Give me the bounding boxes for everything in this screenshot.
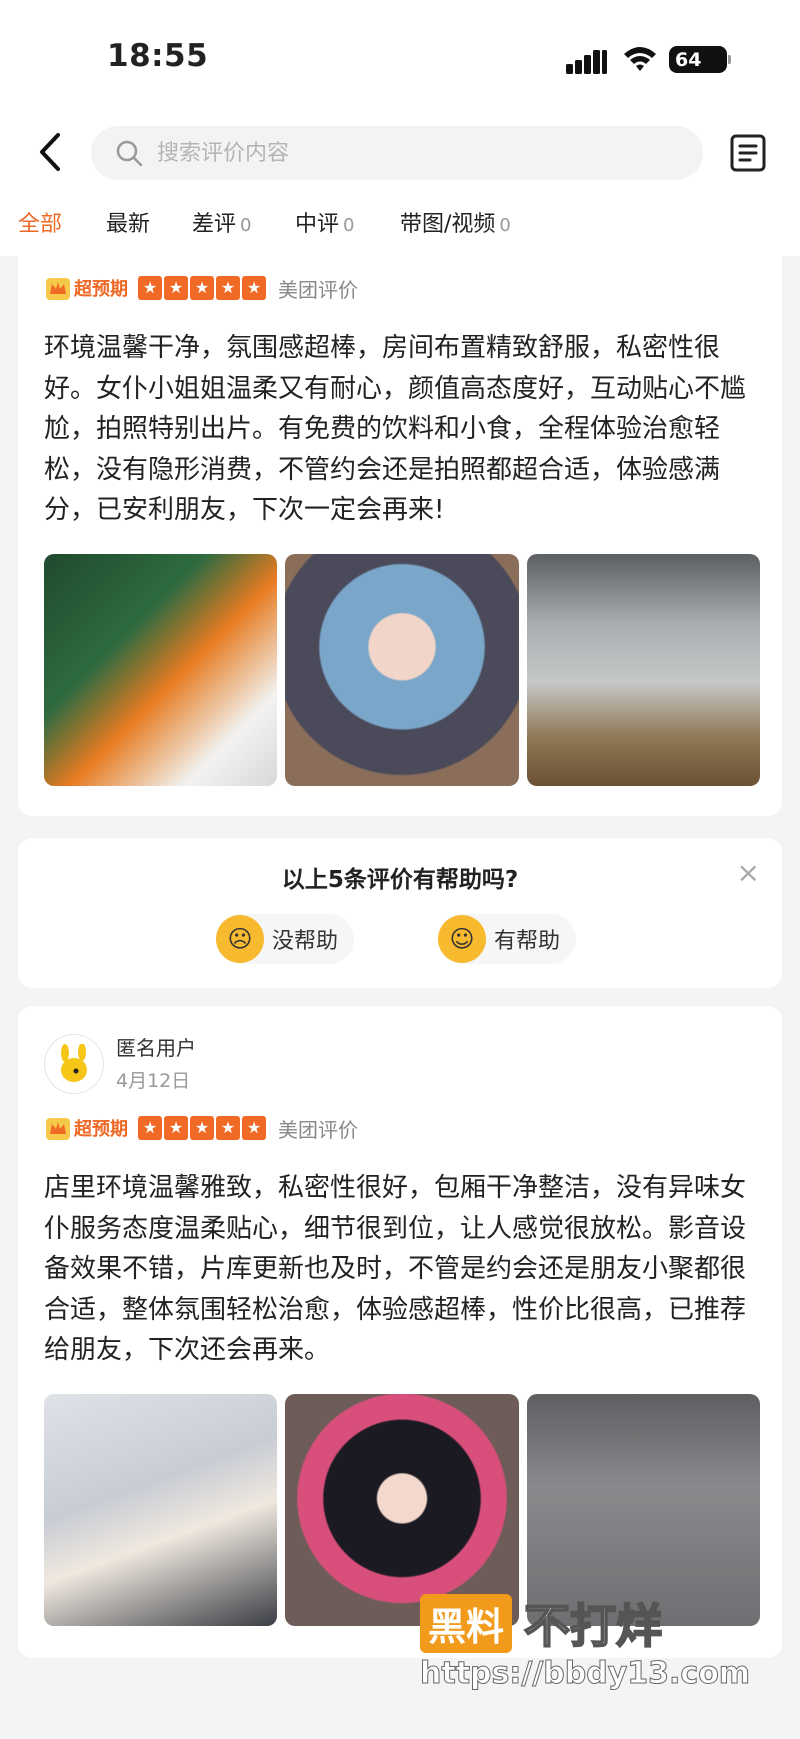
status-time: 18:55 (107, 38, 209, 74)
watermark-url: https://bbdy13.com (419, 1656, 751, 1692)
star-icon: ★ (216, 1116, 240, 1140)
battery-indicator: 64 (669, 46, 731, 73)
star-icon: ★ (190, 1116, 214, 1140)
happy-face-icon: ☺ (438, 915, 486, 963)
review-source: 美团评价 (278, 277, 358, 302)
badge-label: 超预期 (74, 279, 128, 300)
star-rating: ★ ★ ★ ★ ★ (138, 276, 266, 300)
tab-with-media[interactable]: 带图/视频 0 (400, 206, 511, 238)
sad-face-icon: ☹ (216, 915, 264, 963)
star-icon: ★ (164, 1116, 188, 1140)
crown-icon (46, 278, 70, 300)
avatar[interactable] (44, 1034, 104, 1094)
search-input[interactable] (155, 139, 659, 167)
star-icon: ★ (242, 276, 266, 300)
review-photo[interactable] (44, 1394, 278, 1626)
rating-row: 超预期 ★ ★ ★ ★ ★ 美团评价 (44, 1112, 358, 1144)
star-rating: ★ ★ ★ ★ ★ (138, 1116, 266, 1140)
star-icon: ★ (164, 276, 188, 300)
review-card: 超预期 ★ ★ ★ ★ ★ 美团评价 环境温馨干净，氛围感超棒，房间布置精致舒服… (18, 256, 782, 816)
star-icon: ★ (190, 276, 214, 300)
close-icon[interactable]: × (737, 856, 760, 889)
star-icon: ★ (138, 1116, 162, 1140)
tab-neutral[interactable]: 中评 0 (295, 206, 354, 238)
watermark-brand: 黑料 (420, 1593, 513, 1653)
rating-row: 超预期 ★ ★ ★ ★ ★ 美团评价 (44, 272, 358, 304)
helpful-button[interactable]: ☺ 有帮助 (438, 914, 577, 964)
helpful-prompt: 以上5条评价有帮助吗? × ☹ 没帮助 ☺ 有帮助 (18, 838, 782, 988)
tab-latest[interactable]: 最新 (106, 206, 150, 238)
review-date: 4月12日 (116, 1070, 191, 1092)
signal-icon (566, 50, 608, 74)
review-photo[interactable] (285, 554, 519, 786)
badge-label: 超预期 (74, 1119, 128, 1140)
avatar-icon (61, 1044, 87, 1082)
crown-icon (46, 1118, 70, 1140)
review-photo[interactable] (44, 554, 278, 786)
tab-negative[interactable]: 差评 0 (192, 206, 251, 238)
watermark-slogan: 不打烊 (523, 1598, 663, 1654)
document-icon[interactable] (730, 134, 766, 172)
star-icon: ★ (242, 1116, 266, 1140)
back-arrow-icon[interactable] (34, 132, 68, 172)
search-bar[interactable] (91, 126, 703, 180)
not-helpful-button[interactable]: ☹ 没帮助 (216, 914, 355, 964)
review-source: 美团评价 (278, 1117, 358, 1142)
review-text: 店里环境温馨雅致，私密性很好，包厢干净整洁，没有异味女仆服务态度温柔贴心，细节很… (44, 1173, 747, 1365)
wifi-icon (624, 47, 656, 71)
search-icon (116, 140, 143, 167)
tab-all[interactable]: 全部 (18, 206, 62, 238)
helpful-question: 以上5条评价有帮助吗? (281, 867, 519, 893)
review-text: 环境温馨干净，氛围感超棒，房间布置精致舒服，私密性很好。女仆小姐姐温柔又有耐心，… (44, 333, 747, 525)
filter-tabs: 全部 最新 差评 0 中评 0 带图/视频 0 (0, 200, 800, 256)
star-icon: ★ (216, 276, 240, 300)
watermark: 黑料 不打烊 (420, 1590, 663, 1656)
star-icon: ★ (138, 276, 162, 300)
review-card: 匿名用户 4月12日 超预期 ★ ★ ★ ★ ★ 美团评价 店里环境温馨雅致，私… (18, 1006, 782, 1658)
review-photo[interactable] (526, 554, 760, 786)
review-photos (44, 554, 760, 786)
user-name: 匿名用户 (116, 1036, 196, 1060)
